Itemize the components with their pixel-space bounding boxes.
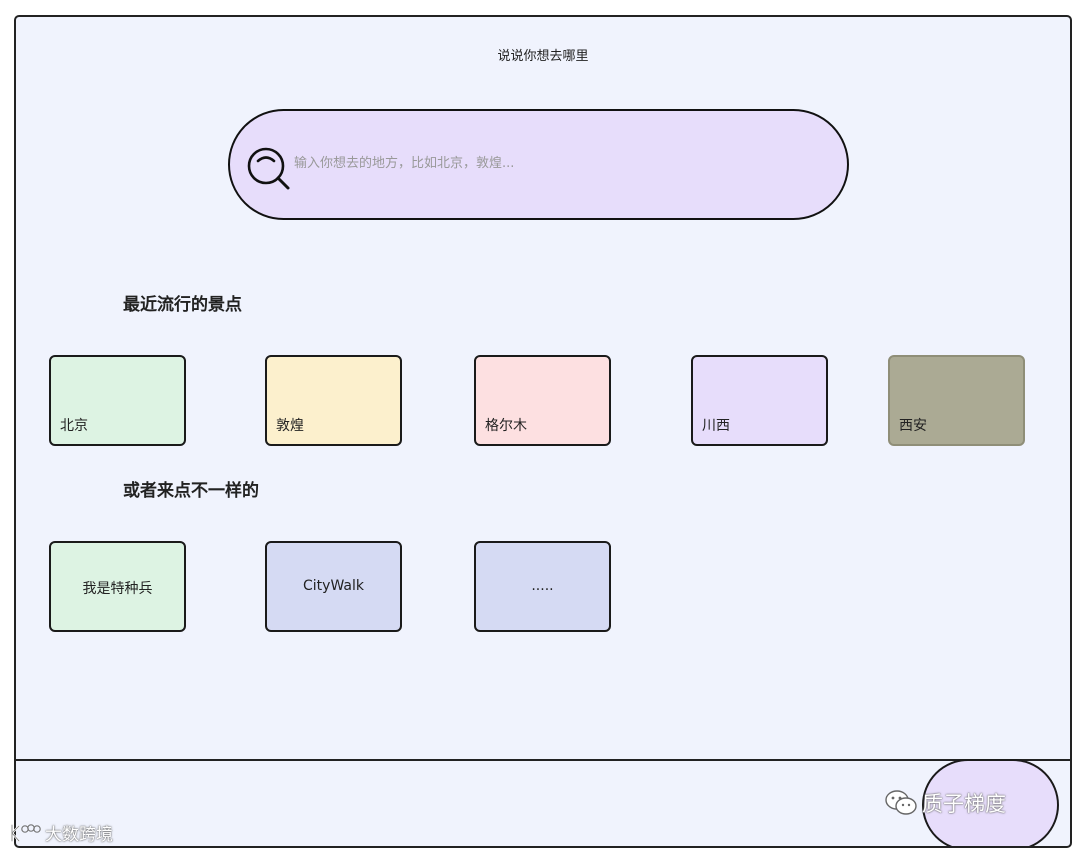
brand-logo-icon — [10, 823, 41, 842]
alternative-card-label: ..... — [531, 578, 554, 594]
popular-card-xian[interactable]: 西安 — [888, 355, 1025, 446]
alternative-heading: 或者来点不一样的 — [123, 481, 259, 501]
wechat-icon — [885, 790, 917, 815]
popular-card-label: 敦煌 — [276, 418, 304, 434]
popular-card-golmud[interactable]: 格尔木 — [474, 355, 611, 446]
alternative-card-label: CityWalk — [303, 578, 364, 594]
watermark-right: 质子梯度 — [884, 788, 1006, 818]
app-frame: 说说你想去哪里 最近流行的景点 北京 敦煌 格尔木 川西 西安 或者来点不一样的… — [14, 15, 1072, 848]
popular-card-label: 北京 — [60, 418, 88, 434]
popular-card-label: 川西 — [702, 418, 730, 434]
alternative-card-citywalk[interactable]: CityWalk — [265, 541, 402, 632]
watermark-left-text: 大数跨境 — [45, 825, 113, 845]
bottom-divider — [16, 759, 1070, 761]
popular-card-label: 格尔木 — [485, 418, 527, 434]
popular-card-beijing[interactable]: 北京 — [49, 355, 186, 446]
search-bar[interactable] — [228, 109, 849, 220]
watermark-right-text: 质子梯度 — [922, 792, 1006, 816]
popular-heading: 最近流行的景点 — [123, 295, 242, 315]
popular-card-dunhuang[interactable]: 敦煌 — [265, 355, 402, 446]
popular-card-western-sichuan[interactable]: 川西 — [691, 355, 828, 446]
search-icon[interactable] — [244, 145, 292, 193]
popular-card-label: 西安 — [899, 418, 927, 434]
alternative-card-special-forces[interactable]: 我是特种兵 — [49, 541, 186, 632]
alternative-card-label: 我是特种兵 — [82, 581, 153, 597]
alternative-card-more[interactable]: ..... — [474, 541, 611, 632]
search-input[interactable] — [294, 149, 794, 177]
page-title: 说说你想去哪里 — [497, 49, 589, 64]
watermark-left: 大数跨境 — [8, 820, 113, 845]
